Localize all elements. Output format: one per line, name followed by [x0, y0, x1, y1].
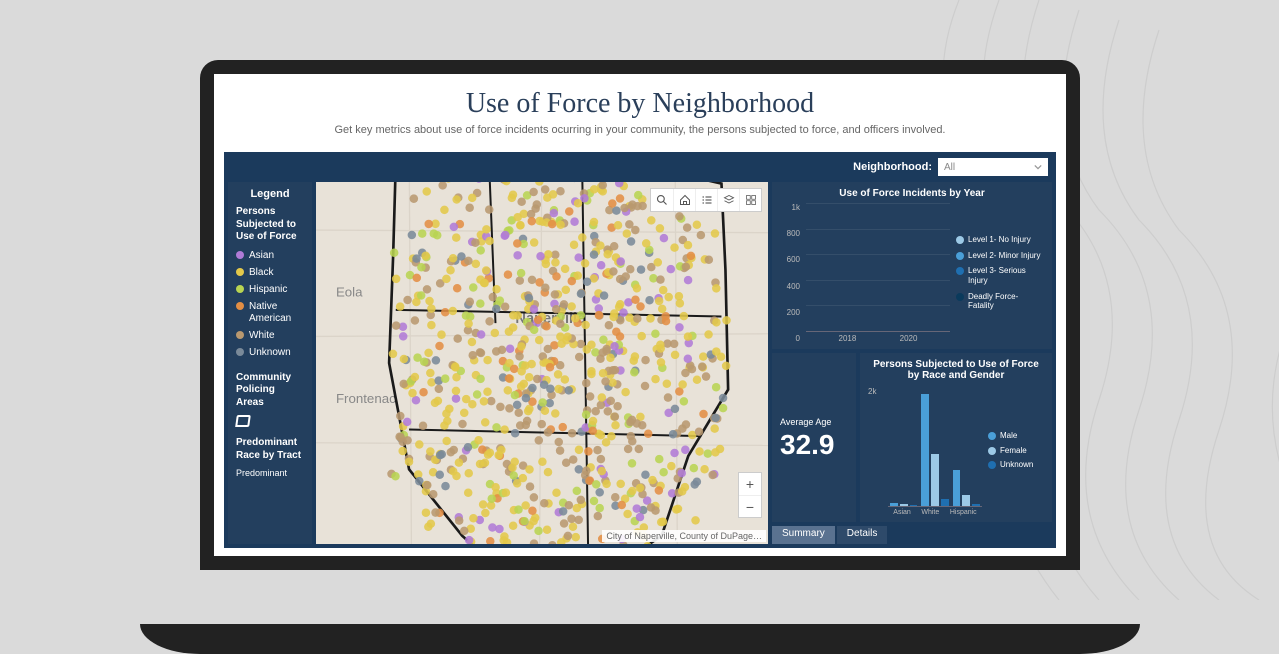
dashboard-screen: Use of Force by Neighborhood Get key met…: [214, 74, 1066, 556]
legend-dot-white: [236, 331, 244, 339]
legend-dot-native-american: [236, 302, 244, 310]
legend-group-persons: Persons Subjected to Use of Force: [236, 206, 304, 244]
map-basemap-button[interactable]: [739, 189, 761, 211]
page-title: Use of Force by Neighborhood: [234, 88, 1046, 120]
average-age-label: Average Age: [780, 417, 848, 427]
race-group-white: [921, 385, 948, 506]
map-label-frontenac: Frontenac: [336, 391, 396, 406]
laptop-base: [140, 624, 1140, 654]
legend-group-predominant-race: Predominant Race by Tract: [236, 437, 304, 462]
map-attribution: City of Naperville, County of DuPage…: [602, 530, 766, 542]
zoom-controls: + −: [738, 472, 762, 518]
tab-bar: Summary Details: [772, 526, 1052, 544]
map-layers-button[interactable]: [717, 189, 739, 211]
map-home-button[interactable]: [673, 189, 695, 211]
average-age-value: 32.9: [780, 431, 848, 459]
neighborhood-select[interactable]: All: [938, 158, 1048, 176]
legend-predominant-item: Predominant: [236, 468, 304, 478]
legend-title: Legend: [236, 188, 304, 200]
race-group-hispanic: [953, 385, 980, 506]
polygon-icon: [235, 415, 251, 427]
map-canvas: Warrenville Lisle Eola Naperville Fronte…: [316, 182, 768, 544]
neighborhood-filter-label: Neighborhood:: [853, 161, 932, 173]
legend-dot-asian: [236, 251, 244, 259]
legend-item-unknown: Unknown: [236, 347, 304, 359]
map-panel[interactable]: + − City of Naperville, County of DuPage…: [316, 182, 768, 544]
race-chart-plot: [888, 385, 982, 507]
layers-icon: [723, 194, 735, 206]
legend-item-white: White: [236, 330, 304, 342]
chevron-down-icon: [1034, 163, 1042, 171]
average-age-card: Average Age 32.9: [772, 353, 856, 522]
zoom-in-button[interactable]: +: [739, 473, 761, 495]
legend-item-hispanic: Hispanic: [236, 284, 304, 296]
legend-item-asian: Asian: [236, 250, 304, 262]
map-toolbar: [650, 188, 762, 212]
zoom-out-button[interactable]: −: [739, 495, 761, 517]
race-group-asian: [890, 385, 917, 506]
page-subtitle: Get key metrics about use of force incid…: [234, 124, 1046, 136]
map-search-button[interactable]: [651, 189, 673, 211]
legend-dot-hispanic: [236, 285, 244, 293]
race-chart-xaxis: Asian White Hispanic: [888, 509, 982, 516]
neighborhood-selected-value: All: [944, 162, 955, 173]
year-chart-legend: Level 1- No Injury Level 2- Minor Injury…: [956, 203, 1044, 343]
legend-dot-black: [236, 268, 244, 276]
list-icon: [701, 194, 713, 206]
legend-item-native-american: Native American: [236, 301, 304, 325]
race-chart-legend: Male Female Unknown: [988, 385, 1044, 516]
tab-summary[interactable]: Summary: [772, 526, 835, 544]
tab-details[interactable]: Details: [837, 526, 888, 544]
legend-panel: Legend Persons Subjected to Use of Force…: [228, 182, 312, 544]
legend-dot-unknown: [236, 348, 244, 356]
legend-item-black: Black: [236, 267, 304, 279]
race-chart-ytick: 2k: [868, 385, 882, 516]
year-chart-title: Use of Force Incidents by Year: [780, 188, 1044, 199]
race-gender-chart-card: Persons Subjected to Use of Force by Rac…: [860, 353, 1052, 522]
map-legend-button[interactable]: [695, 189, 717, 211]
legend-group-policing-areas: Community Policing Areas: [236, 372, 304, 410]
laptop-frame: Use of Force by Neighborhood Get key met…: [140, 60, 1140, 620]
year-chart-yaxis: 1k 800 600 400 200 0: [780, 203, 800, 343]
search-icon: [656, 194, 668, 206]
year-chart-card: Use of Force Incidents by Year 1k 800 60…: [772, 182, 1052, 349]
map-label-eola: Eola: [336, 285, 363, 300]
home-icon: [679, 194, 691, 206]
year-chart-xaxis: 2018 2020: [806, 334, 950, 343]
year-chart-plot: [806, 203, 950, 332]
basemap-icon: [745, 194, 757, 206]
race-gender-chart-title: Persons Subjected to Use of Force by Rac…: [868, 359, 1044, 381]
